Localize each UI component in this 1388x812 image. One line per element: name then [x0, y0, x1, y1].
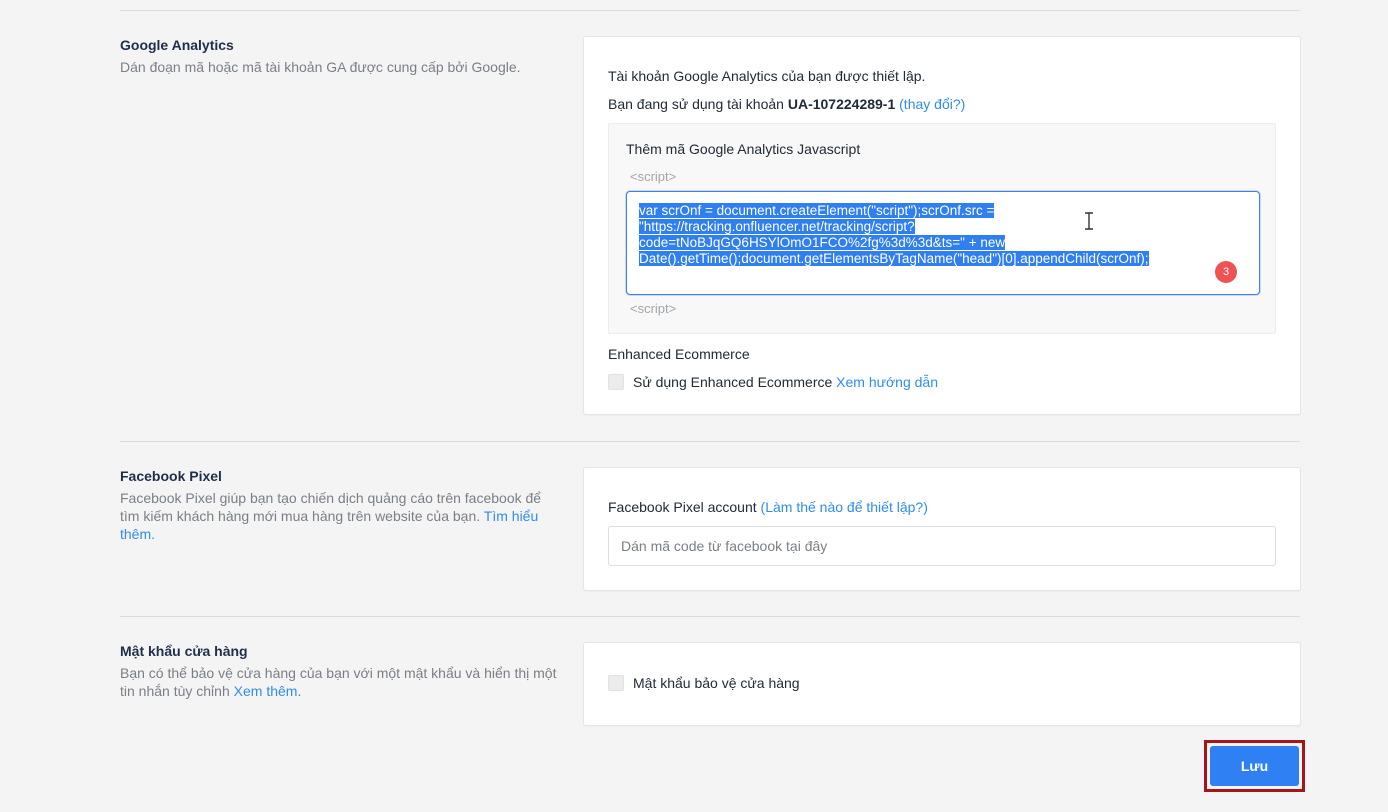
ga-change-account-link[interactable]: (thay đổi?)	[899, 96, 965, 112]
script-close-tag: <script>	[630, 301, 677, 316]
top-divider	[120, 10, 1300, 11]
code-line: "https://tracking.onfluencer.net/trackin…	[639, 219, 915, 234]
ga-status-text: Tài khoản Google Analytics của bạn được …	[608, 68, 926, 84]
password-description-text: Bạn có thể bảo vệ cửa hàng của bạn với m…	[120, 665, 557, 699]
ga-section-title: Google Analytics	[120, 37, 234, 53]
ga-section-description: Dán đoạn mã hoặc mã tài khoản GA được cu…	[120, 59, 521, 75]
fb-account-label: Facebook Pixel account	[608, 499, 757, 515]
settings-page: Google Analytics Dán đoạn mã hoặc mã tài…	[0, 0, 1388, 812]
password-section-info: Mật khẩu cửa hàng Bạn có thể bảo vệ cửa …	[120, 642, 560, 700]
enhanced-ecommerce-title: Enhanced Ecommerce	[608, 346, 750, 362]
enhanced-guide-link[interactable]: Xem hướng dẫn	[836, 374, 938, 390]
ga-account-line: Bạn đang sử dụng tài khoản UA-107224289-…	[608, 95, 965, 113]
ga-code-textarea[interactable]: var scrOnf = document.createElement("scr…	[626, 191, 1260, 295]
ga-js-box-title: Thêm mã Google Analytics Javascript	[626, 141, 861, 157]
fb-pixel-input[interactable]	[608, 526, 1276, 566]
ga-account-prefix: Bạn đang sử dụng tài khoản	[608, 96, 784, 112]
grammar-badge[interactable]: 3	[1215, 261, 1237, 283]
fb-section-title: Facebook Pixel	[120, 468, 222, 484]
ga-account-id: UA-107224289-1	[787, 96, 896, 112]
code-line: Date().getTime();document.getElementsByT…	[639, 251, 1149, 266]
ga-code-text: var scrOnf = document.createElement("scr…	[639, 203, 1179, 267]
store-password-checkbox[interactable]	[608, 675, 624, 691]
divider-fb-password	[120, 616, 1300, 617]
fb-description-text: Facebook Pixel giúp bạn tạo chiến dịch q…	[120, 490, 542, 524]
code-line: code=tNoBJqGQ6HSYlOmO1FCO%2fg%3d%3d&ts="…	[639, 235, 1006, 250]
enhanced-ecommerce-label[interactable]: Sử dụng Enhanced Ecommerce	[633, 374, 832, 390]
text-cursor-icon	[1085, 212, 1093, 230]
enhanced-ecommerce-row: Sử dụng Enhanced Ecommerce Xem hướng dẫn	[633, 373, 938, 391]
password-card: Mật khẩu bảo vệ cửa hàng	[583, 642, 1301, 726]
fb-card: Facebook Pixel account (Làm thế nào để t…	[583, 467, 1301, 591]
divider-ga-fb	[120, 441, 1300, 442]
password-section-description: Bạn có thể bảo vệ cửa hàng của bạn với m…	[120, 664, 560, 700]
save-button[interactable]: Lưu	[1210, 746, 1299, 786]
code-line: var scrOnf = document.createElement("scr…	[639, 203, 995, 218]
script-open-tag: <script>	[630, 169, 677, 184]
fb-section-description: Facebook Pixel giúp bạn tạo chiến dịch q…	[120, 489, 550, 543]
save-button-highlight: Lưu	[1204, 740, 1305, 792]
enhanced-ecommerce-checkbox[interactable]	[608, 374, 624, 390]
password-section-title: Mật khẩu cửa hàng	[120, 643, 248, 659]
ga-section-info: Google Analytics Dán đoạn mã hoặc mã tài…	[120, 36, 560, 76]
password-see-more-link[interactable]: Xem thêm.	[234, 683, 302, 699]
fb-account-line: Facebook Pixel account (Làm thế nào để t…	[608, 498, 928, 516]
fb-section-info: Facebook Pixel Facebook Pixel giúp bạn t…	[120, 467, 550, 543]
ga-card: Tài khoản Google Analytics của bạn được …	[583, 36, 1301, 415]
fb-setup-link[interactable]: (Làm thế nào để thiết lập?)	[761, 499, 928, 515]
store-password-label[interactable]: Mật khẩu bảo vệ cửa hàng	[633, 674, 800, 692]
ga-js-box: Thêm mã Google Analytics Javascript <scr…	[608, 123, 1276, 334]
